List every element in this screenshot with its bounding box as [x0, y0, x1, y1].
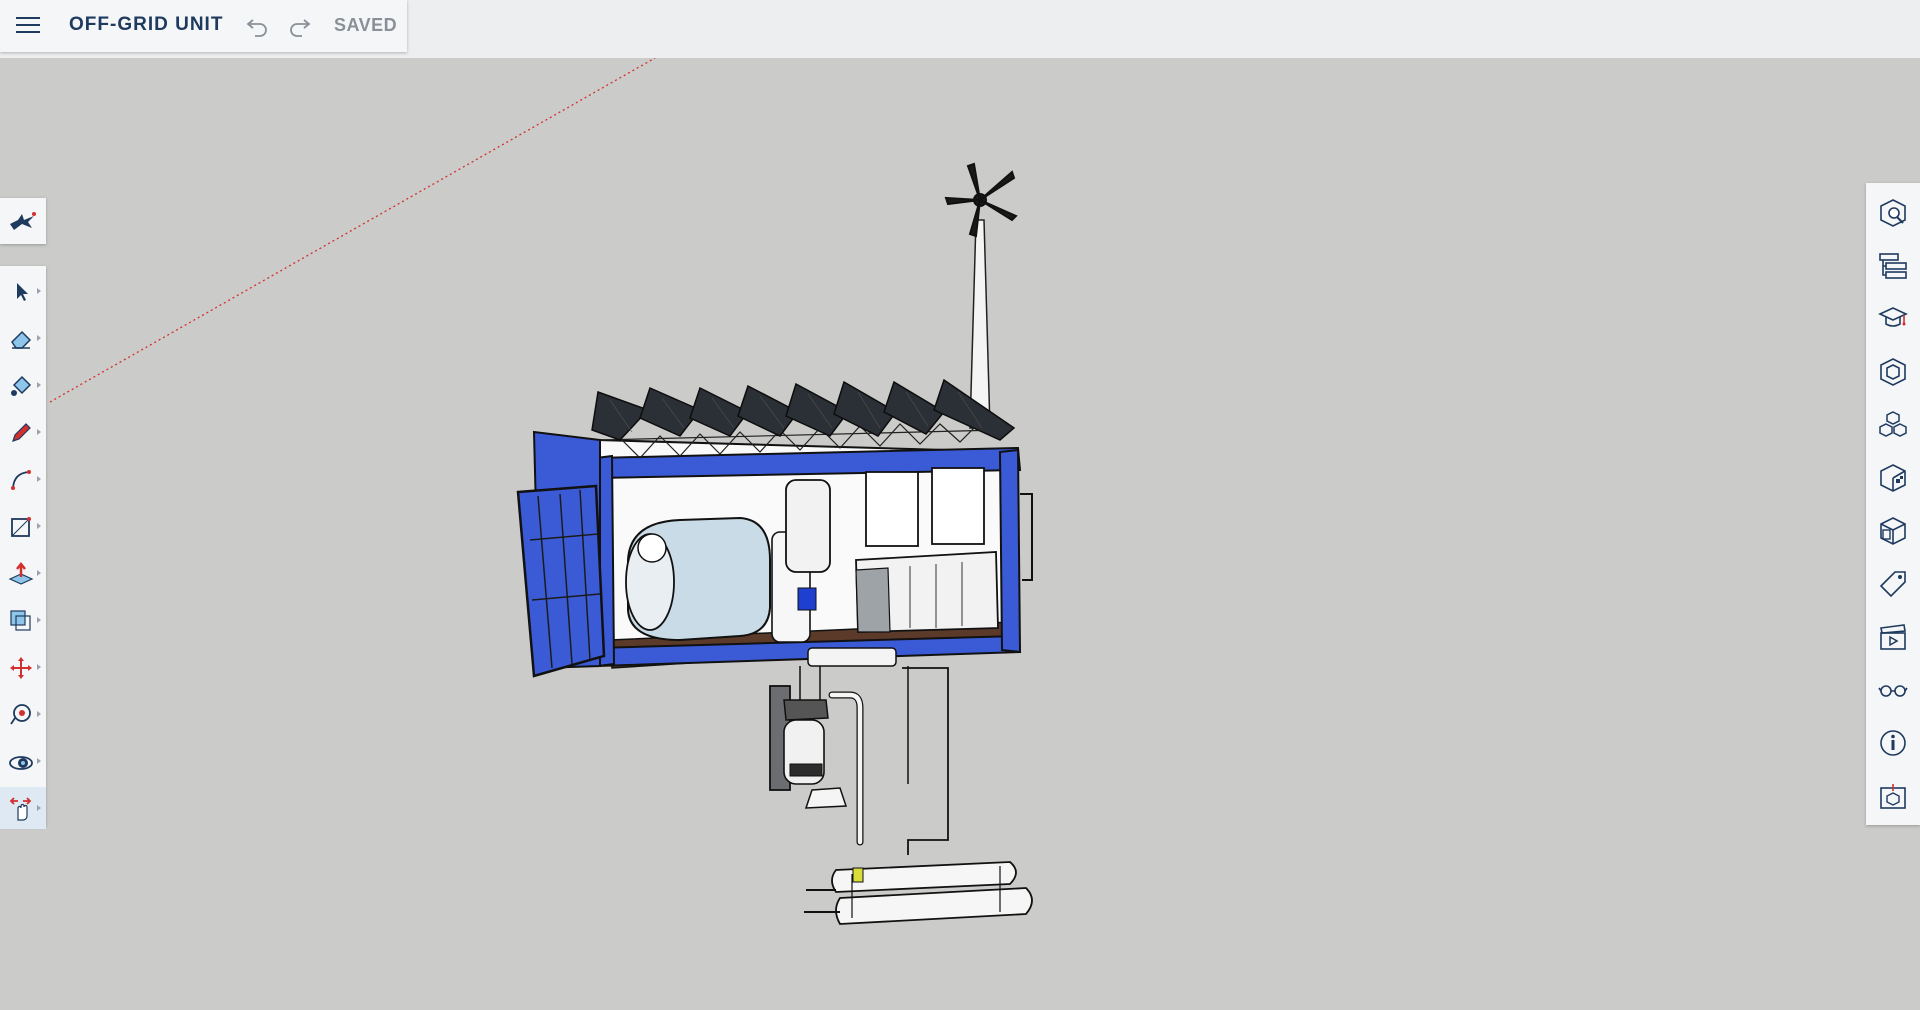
red-axis-line	[49, 57, 656, 403]
modeling-viewport[interactable]	[0, 57, 1920, 1005]
document-title[interactable]: OFF-GRID UNIT	[69, 14, 223, 36]
redo-icon[interactable]	[286, 14, 312, 38]
turbine-mast	[969, 219, 991, 429]
model-canvas	[49, 57, 1033, 925]
hamburger-icon[interactable]	[16, 17, 40, 35]
storage-cylinder-2	[785, 479, 831, 573]
inverter-box-2	[931, 467, 985, 545]
container-right-frame	[998, 448, 1022, 654]
inverter-box-1	[865, 471, 919, 547]
header-pipe	[807, 647, 897, 667]
top-toolbar: OFF-GRID UNIT SAVED	[0, 0, 407, 52]
ro-membranes	[804, 861, 1033, 925]
save-status: SAVED	[334, 15, 398, 35]
undo-icon[interactable]	[245, 14, 271, 38]
off-grid-unit-model	[516, 162, 1033, 925]
pump-unit	[797, 587, 817, 611]
